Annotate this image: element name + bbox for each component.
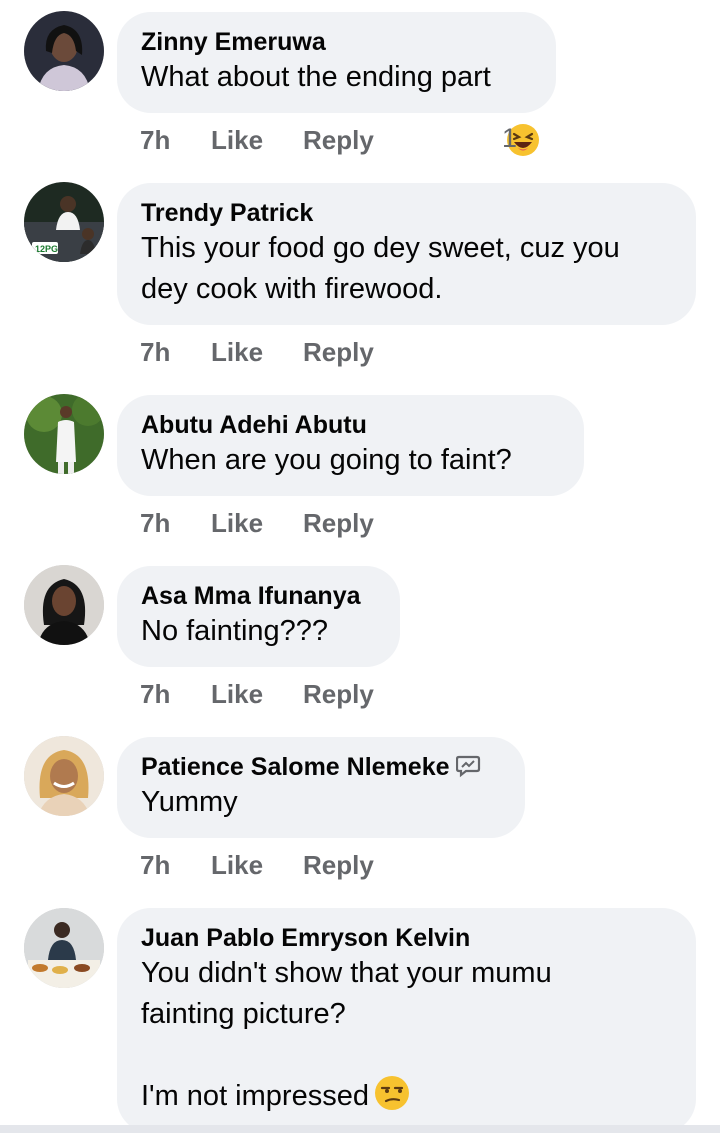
reaction-count: 1	[502, 123, 518, 153]
author-name[interactable]: Abutu Adehi Abutu	[141, 410, 560, 440]
avatar[interactable]	[24, 565, 104, 645]
avatar-photo: 12PG	[24, 182, 104, 262]
avatar[interactable]	[24, 908, 104, 988]
reply-button[interactable]: Reply	[303, 508, 374, 539]
like-button[interactable]: Like	[211, 850, 263, 881]
comment-time[interactable]: 7h	[140, 337, 170, 368]
like-button[interactable]: Like	[211, 508, 263, 539]
like-button[interactable]: Like	[211, 679, 263, 710]
comment-text: This your food go dey sweet, cuz you dey…	[141, 232, 620, 305]
avatar[interactable]	[24, 394, 104, 474]
avatar-photo	[24, 394, 104, 474]
author-name[interactable]: Patience Salome Nlemeke	[141, 752, 501, 782]
avatar[interactable]: 12PG	[24, 182, 104, 262]
comment-text: No fainting???	[141, 615, 329, 647]
comment-text: You didn't show that your mumu fainting …	[141, 953, 672, 1117]
avatar[interactable]	[24, 736, 104, 816]
comment-bubble: Asa Mma Ifunanya No fainting???	[117, 566, 400, 667]
like-button[interactable]: Like	[211, 125, 263, 156]
reply-button[interactable]: Reply	[303, 337, 374, 368]
comment-text-content: You didn't show that your mumu fainting …	[141, 957, 552, 1112]
comment-bubble: Patience Salome Nlemeke Yummy	[117, 737, 525, 838]
reaction-summary[interactable]: 1	[502, 123, 540, 157]
avatar-logo-text: 12PG	[35, 244, 58, 254]
comment-text: Yummy	[141, 786, 238, 818]
divider	[0, 1125, 720, 1133]
comment-bubble: Abutu Adehi Abutu When are you going to …	[117, 395, 584, 496]
author-name-text: Patience Salome Nlemeke	[141, 753, 450, 781]
comment-time[interactable]: 7h	[140, 850, 170, 881]
comment-text: What about the ending part	[141, 61, 491, 93]
reply-button[interactable]: Reply	[303, 125, 374, 156]
reply-button[interactable]: Reply	[303, 850, 374, 881]
reply-button[interactable]: Reply	[303, 679, 374, 710]
author-name[interactable]: Juan Pablo Emryson Kelvin	[141, 923, 672, 953]
like-button[interactable]: Like	[211, 337, 263, 368]
avatar-photo	[24, 908, 104, 988]
comment-bubble: Juan Pablo Emryson Kelvin You didn't sho…	[117, 908, 696, 1133]
comment-bubble: Trendy Patrick This your food go dey swe…	[117, 183, 696, 325]
comment-text: When are you going to faint?	[141, 444, 512, 476]
comment-time[interactable]: 7h	[140, 679, 170, 710]
unamused-emoji-icon	[374, 1076, 409, 1111]
conversation-starter-badge-icon[interactable]	[455, 754, 482, 778]
author-name[interactable]: Asa Mma Ifunanya	[141, 581, 376, 611]
comment-time[interactable]: 7h	[140, 125, 170, 156]
avatar[interactable]	[24, 11, 104, 91]
avatar-photo	[24, 565, 104, 645]
comment-bubble: Zinny Emeruwa What about the ending part	[117, 12, 556, 113]
avatar-photo	[24, 736, 104, 816]
comment-time[interactable]: 7h	[140, 508, 170, 539]
author-name[interactable]: Trendy Patrick	[141, 198, 672, 228]
author-name[interactable]: Zinny Emeruwa	[141, 27, 532, 57]
avatar-photo	[24, 11, 104, 91]
